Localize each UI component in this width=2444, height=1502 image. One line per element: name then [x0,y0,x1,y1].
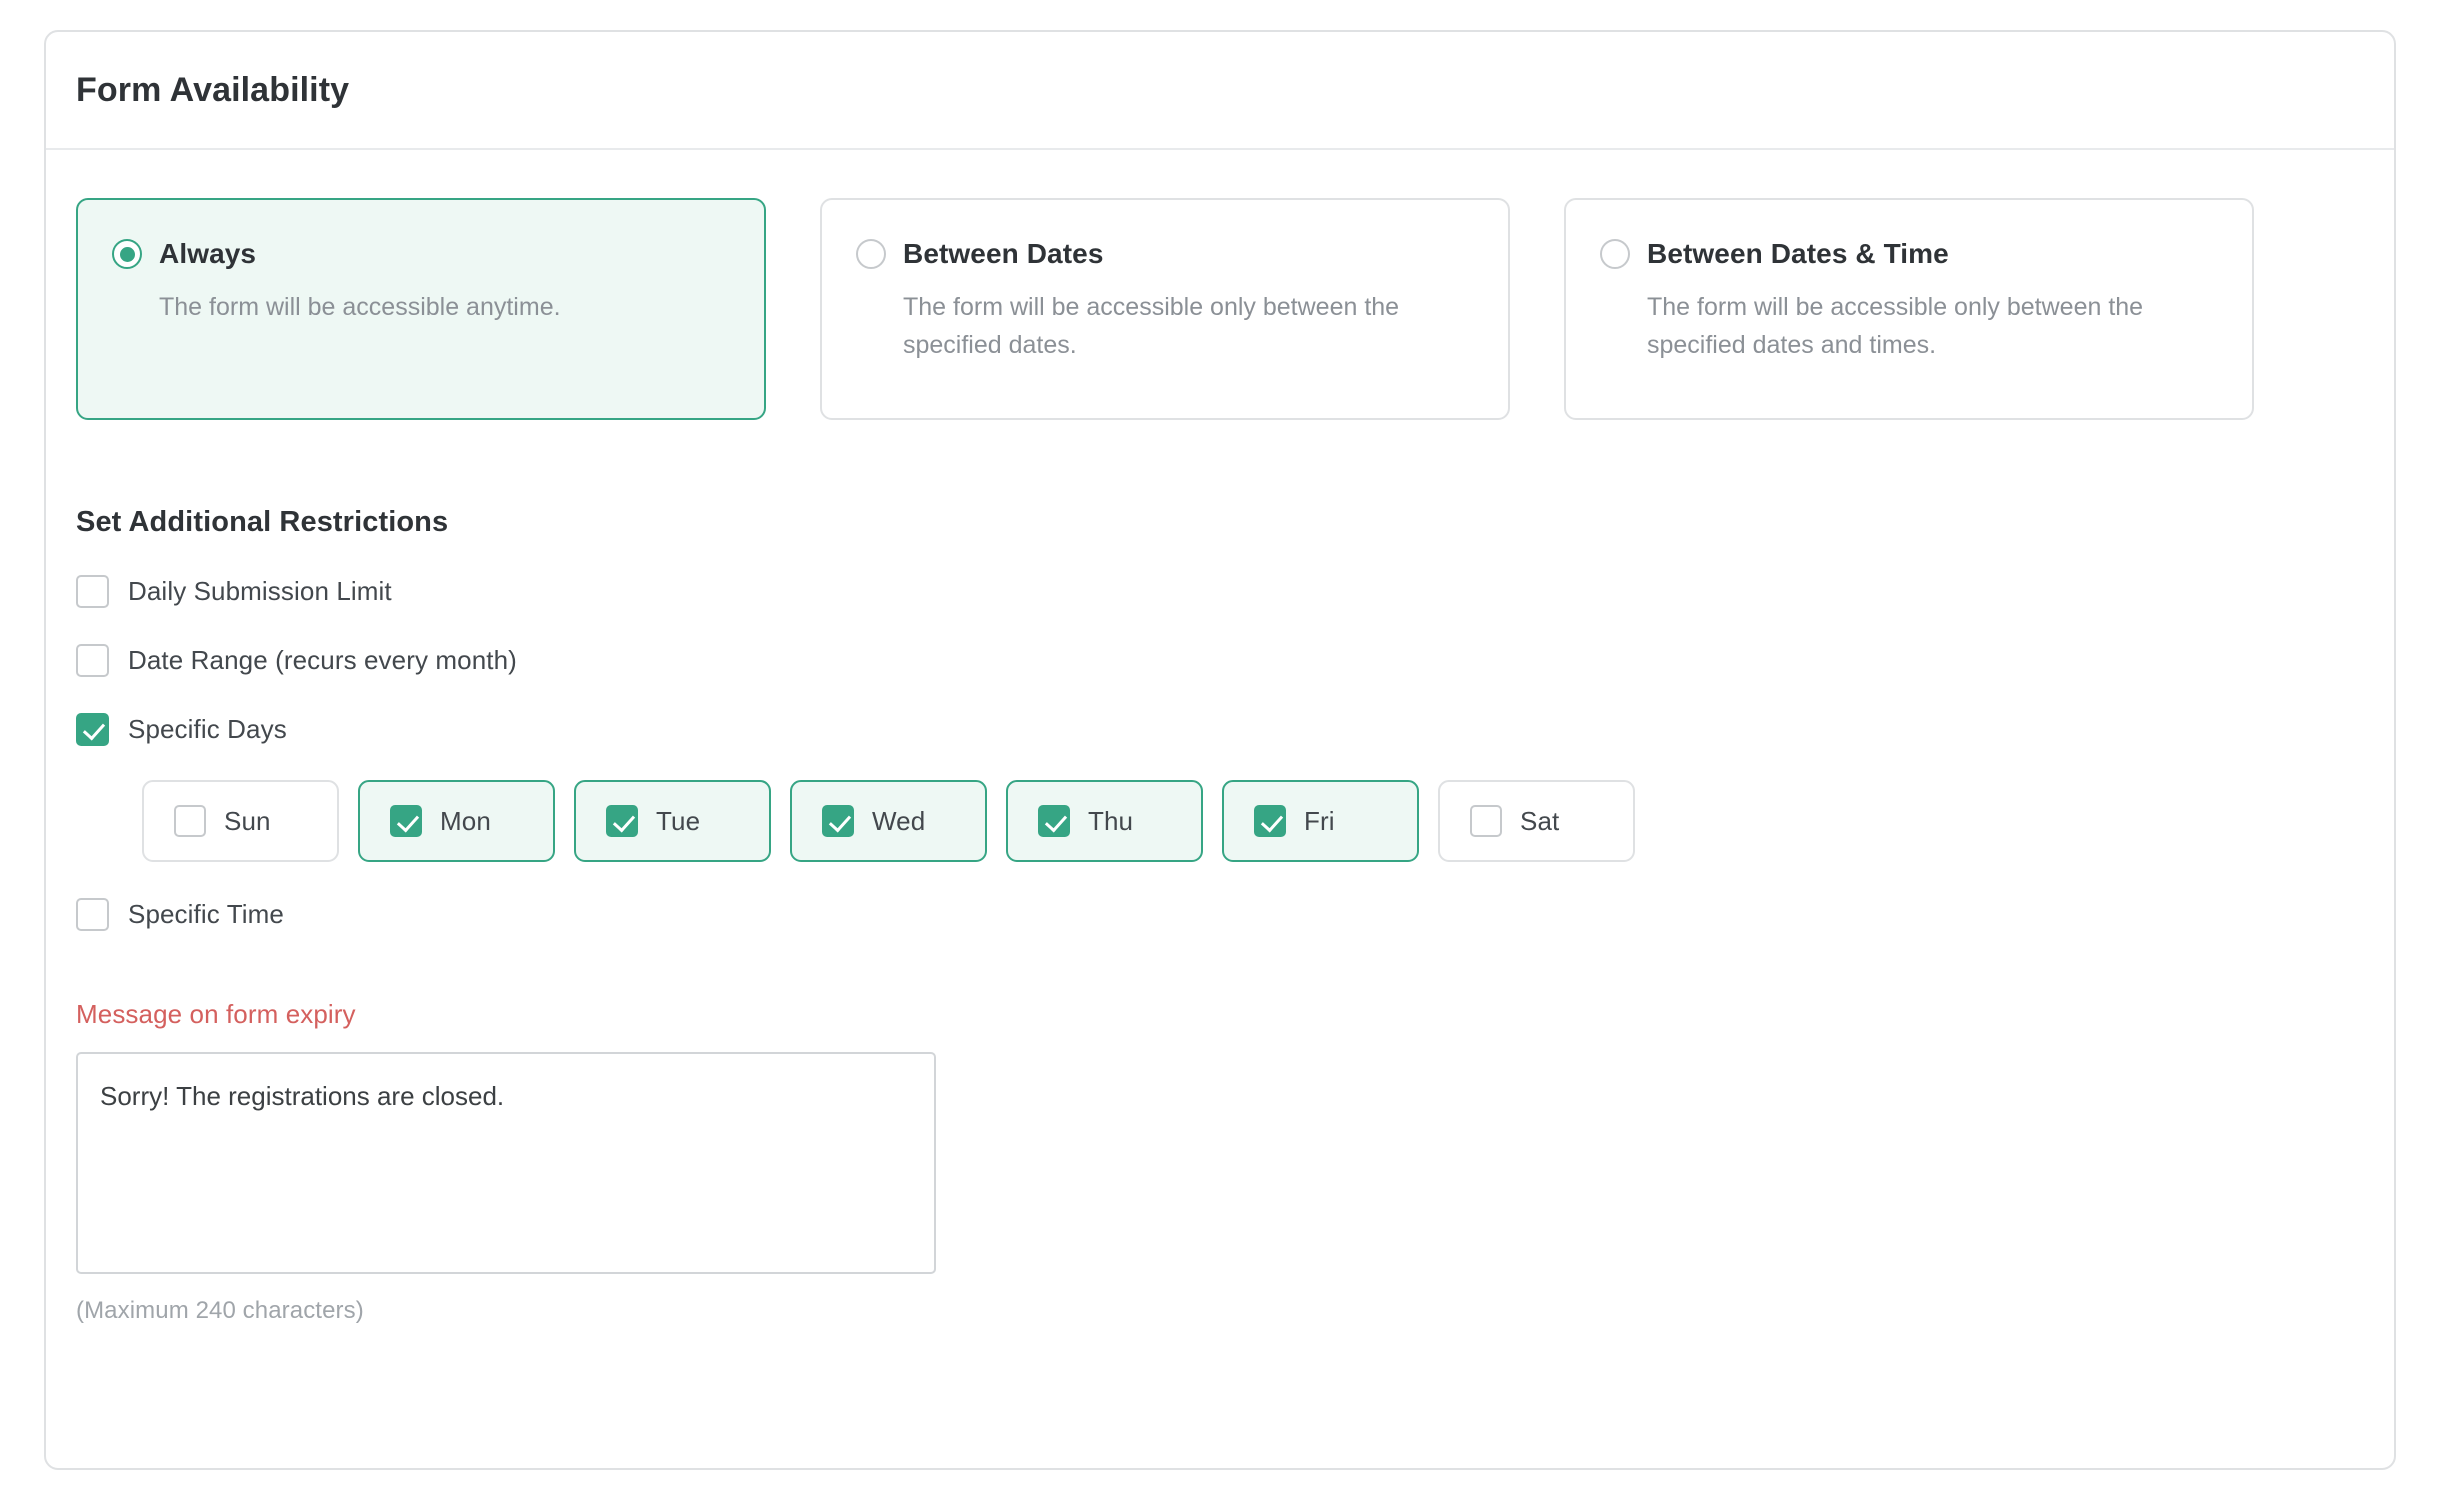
day-chip-fri[interactable]: Fri [1222,780,1419,862]
checkbox-unchecked-icon[interactable] [174,805,206,837]
restriction-label: Daily Submission Limit [128,576,392,607]
day-chip-label: Mon [440,806,491,837]
day-chip-thu[interactable]: Thu [1006,780,1203,862]
day-chip-sat[interactable]: Sat [1438,780,1635,862]
day-chip-mon[interactable]: Mon [358,780,555,862]
day-chip-label: Sun [224,806,271,837]
checkbox-unchecked-icon[interactable] [76,898,109,931]
availability-option-label: Always [159,238,256,270]
day-chip-tue[interactable]: Tue [574,780,771,862]
specific-days-selector: Sun Mon Tue Wed Thu [142,780,2364,862]
restriction-label: Specific Days [128,714,287,745]
option-head: Between Dates [856,238,1474,270]
availability-option-label: Between Dates [903,238,1104,270]
radio-selected-icon[interactable] [112,239,142,269]
availability-option-description: The form will be accessible only between… [903,288,1463,364]
checkbox-checked-icon[interactable] [1038,805,1070,837]
checkbox-unchecked-icon[interactable] [76,575,109,608]
checkbox-unchecked-icon[interactable] [76,644,109,677]
day-chip-label: Tue [656,806,700,837]
additional-restrictions-section: Set Additional Restrictions Daily Submis… [76,506,2364,931]
availability-option-description: The form will be accessible anytime. [159,288,719,326]
availability-option-group: Always The form will be accessible anyti… [76,198,2364,420]
page-title: Form Availability [76,71,349,110]
option-head: Between Dates & Time [1600,238,2218,270]
checkbox-unchecked-icon[interactable] [1470,805,1502,837]
form-availability-panel: Form Availability Always The form will b… [44,30,2396,1470]
checkbox-checked-icon[interactable] [822,805,854,837]
day-chip-label: Thu [1088,806,1133,837]
restrictions-heading: Set Additional Restrictions [76,506,2364,539]
expiry-message-hint: (Maximum 240 characters) [76,1297,2364,1325]
checkbox-checked-icon[interactable] [1254,805,1286,837]
panel-body: Always The form will be accessible anyti… [46,150,2394,1325]
checkbox-checked-icon[interactable] [606,805,638,837]
day-chip-label: Sat [1520,806,1559,837]
radio-unselected-icon[interactable] [1600,239,1630,269]
restriction-specific-time[interactable]: Specific Time [76,898,2364,931]
restriction-date-range[interactable]: Date Range (recurs every month) [76,644,2364,677]
availability-option-label: Between Dates & Time [1647,238,1949,270]
radio-unselected-icon[interactable] [856,239,886,269]
checkbox-checked-icon[interactable] [390,805,422,837]
availability-option-between-dates-time[interactable]: Between Dates & Time The form will be ac… [1564,198,2254,420]
restriction-specific-days[interactable]: Specific Days [76,713,2364,746]
panel-header: Form Availability [46,32,2394,150]
availability-option-between-dates[interactable]: Between Dates The form will be accessibl… [820,198,1510,420]
day-chip-sun[interactable]: Sun [142,780,339,862]
day-chip-label: Fri [1304,806,1335,837]
restriction-daily-submission-limit[interactable]: Daily Submission Limit [76,575,2364,608]
day-chip-wed[interactable]: Wed [790,780,987,862]
expiry-message-section: Message on form expiry (Maximum 240 char… [76,999,2364,1325]
availability-option-always[interactable]: Always The form will be accessible anyti… [76,198,766,420]
expiry-message-input[interactable] [76,1052,936,1274]
checkbox-checked-icon[interactable] [76,713,109,746]
expiry-message-label: Message on form expiry [76,999,2364,1030]
option-head: Always [112,238,730,270]
restriction-label: Date Range (recurs every month) [128,645,517,676]
availability-option-description: The form will be accessible only between… [1647,288,2207,364]
restriction-label: Specific Time [128,899,284,930]
day-chip-label: Wed [872,806,925,837]
